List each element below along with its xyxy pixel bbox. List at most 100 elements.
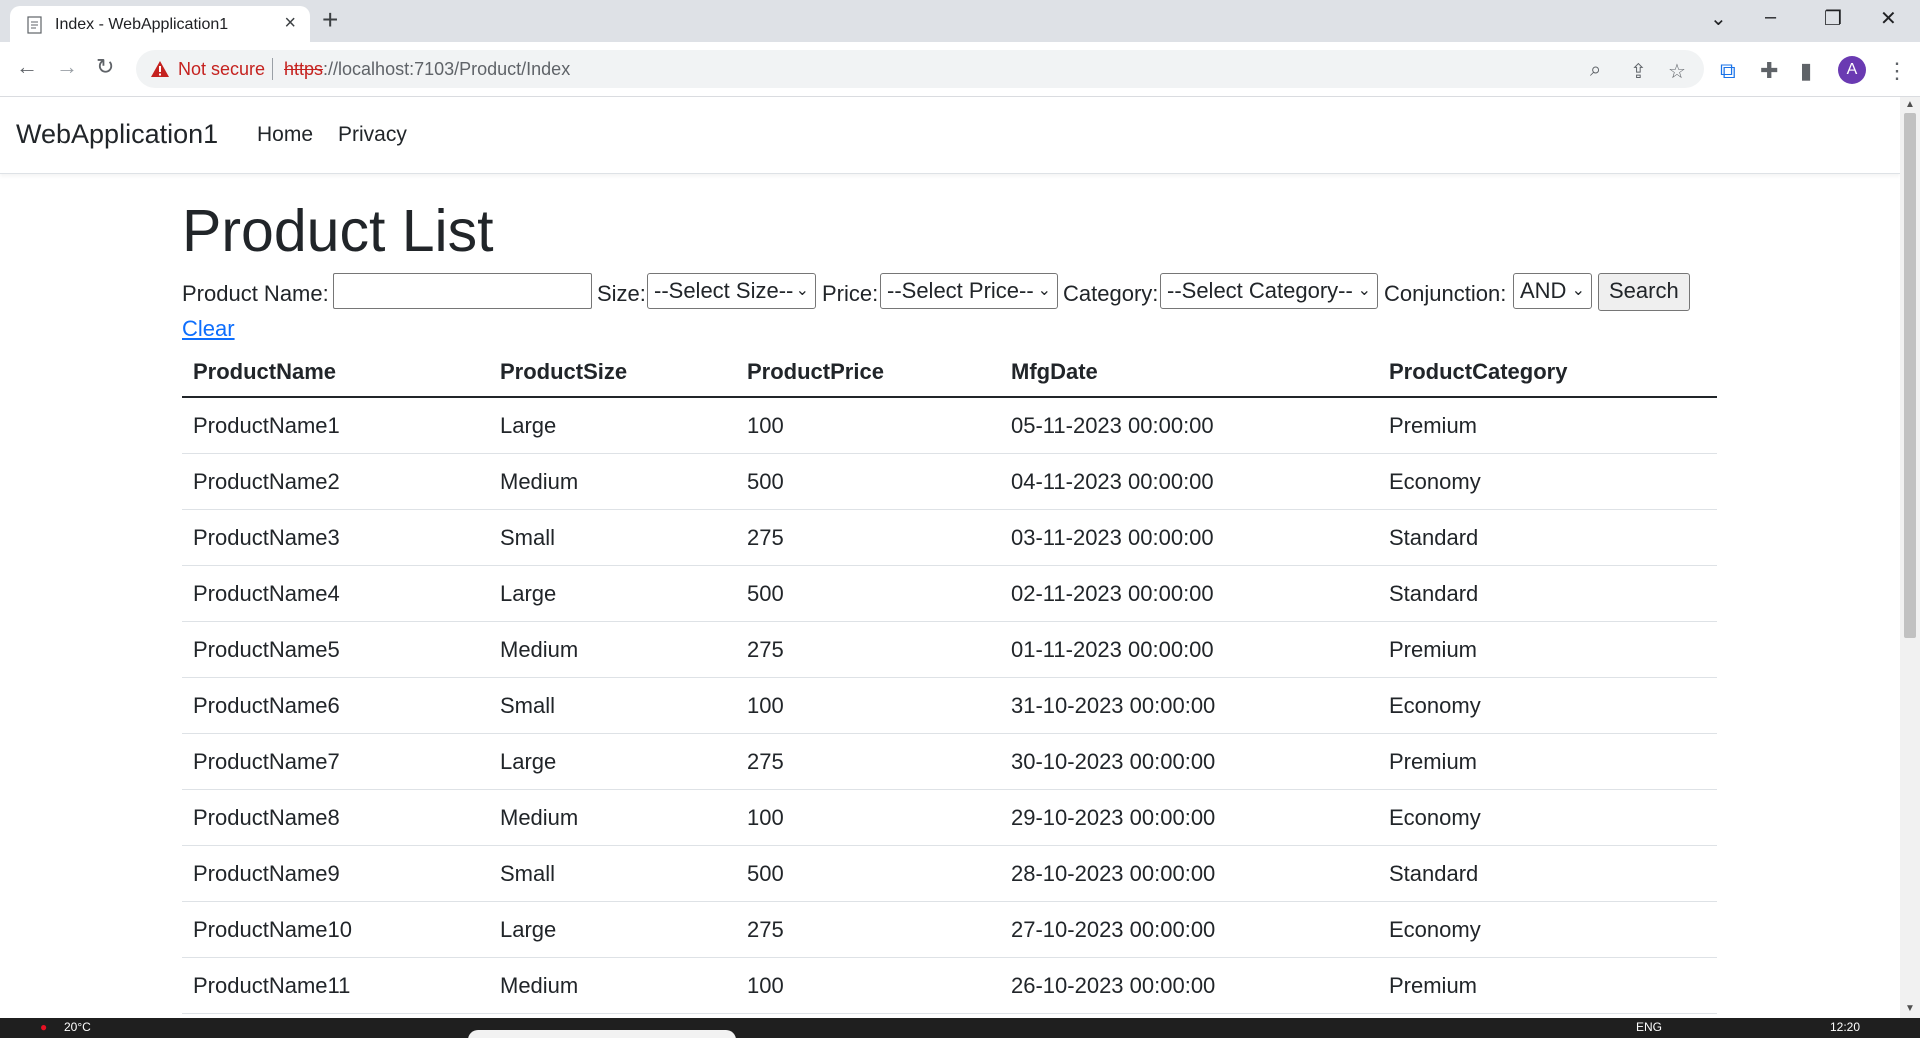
cell-productname: ProductName11 (182, 957, 489, 1014)
share-icon[interactable]: ⇪ (1630, 59, 1647, 84)
url-rest: ://localhost:7103/Product/Index (323, 59, 571, 79)
browser-tab-strip: Index - WebApplication1 × + ⌄ – ❐ ✕ (0, 0, 1920, 42)
extensions-puzzle-icon[interactable]: ✚ (1760, 58, 1778, 84)
menu-kebab-icon[interactable]: ⋮ (1886, 58, 1908, 84)
zoom-icon[interactable]: ⌕ (1590, 59, 1601, 82)
close-window-icon[interactable]: ✕ (1880, 6, 1897, 31)
restore-icon[interactable]: ❐ (1824, 6, 1842, 31)
translate-extension-icon[interactable]: ⧉ (1720, 58, 1736, 84)
cell-productsize: Small (489, 509, 736, 566)
new-tab-icon[interactable]: + (322, 6, 338, 34)
taskbar-clock[interactable]: 12:20 (1830, 1020, 1860, 1034)
cell-productname: ProductName10 (182, 901, 489, 958)
column-header-mfgdate: MfgDate (1000, 348, 1378, 398)
input-language[interactable]: ENG (1636, 1020, 1662, 1034)
nav-home-link[interactable]: Home (257, 123, 313, 147)
conjunction-select[interactable]: AND ⌄ (1513, 273, 1592, 309)
table-header-row: ProductName ProductSize ProductPrice Mfg… (182, 348, 1717, 398)
cell-mfgdate: 01-11-2023 00:00:00 (1000, 621, 1378, 678)
cell-mfgdate: 05-11-2023 00:00:00 (1000, 397, 1378, 454)
cell-productcategory: Standard (1378, 509, 1717, 566)
cell-mfgdate: 27-10-2023 00:00:00 (1000, 901, 1378, 958)
table-row: ProductName4 Large 500 02-11-2023 00:00:00 S… (182, 565, 1717, 622)
table-row: ProductName2 Medium 500 04-11-2023 00:00:00… (182, 453, 1717, 510)
scrollbar-thumb[interactable] (1904, 113, 1916, 638)
cell-mfgdate: 03-11-2023 00:00:00 (1000, 509, 1378, 566)
table-row: ProductName1 Large 100 05-11-2023 00:00:00 P… (182, 397, 1717, 454)
cell-productprice: 275 (736, 733, 1000, 790)
product-name-input[interactable] (333, 273, 592, 309)
omnibox-divider (272, 58, 273, 80)
cell-productprice: 500 (736, 565, 1000, 622)
tab-search-chevron-icon[interactable]: ⌄ (1710, 6, 1727, 31)
search-button[interactable]: Search (1598, 273, 1690, 311)
price-select[interactable]: --Select Price-- ⌄ (880, 273, 1058, 309)
cell-productsize: Large (489, 733, 736, 790)
site-brand[interactable]: WebApplication1 (16, 119, 218, 150)
conjunction-select-value: AND (1520, 278, 1567, 303)
page-scrollbar[interactable]: ▲ ▼ (1900, 97, 1920, 1018)
cell-productcategory: Economy (1378, 901, 1717, 958)
weather-alert-icon: ● (40, 1020, 48, 1034)
cell-productprice: 500 (736, 845, 1000, 902)
category-select[interactable]: --Select Category-- ⌄ (1160, 273, 1378, 309)
tab-close-icon[interactable]: × (284, 12, 296, 35)
minimize-icon[interactable]: – (1765, 6, 1776, 29)
product-name-label: Product Name: (182, 281, 329, 306)
weather-temp[interactable]: 20°C (64, 1020, 91, 1034)
table-row: ProductName11 Medium 100 26-10-2023 00:00:0… (182, 957, 1717, 1014)
bookmark-star-icon[interactable]: ☆ (1668, 59, 1686, 84)
size-select-value: --Select Size-- (654, 278, 794, 303)
product-table: ProductName ProductSize ProductPrice Mfg… (182, 348, 1717, 1014)
cell-productprice: 275 (736, 621, 1000, 678)
column-header-productprice: ProductPrice (736, 348, 1000, 398)
size-select[interactable]: --Select Size-- ⌄ (647, 273, 816, 309)
cell-mfgdate: 28-10-2023 00:00:00 (1000, 845, 1378, 902)
cell-productsize: Large (489, 397, 736, 454)
cell-productname: ProductName5 (182, 621, 489, 678)
cell-productcategory: Premium (1378, 957, 1717, 1014)
address-bar[interactable]: Not secure https://localhost:7103/Produc… (136, 50, 1704, 88)
cell-mfgdate: 26-10-2023 00:00:00 (1000, 957, 1378, 1014)
chevron-down-icon: ⌄ (1037, 282, 1051, 299)
category-label: Category: (1063, 281, 1159, 306)
reload-icon[interactable]: ↻ (96, 54, 114, 80)
table-row: ProductName7 Large 275 30-10-2023 00:00:00 P… (182, 733, 1717, 790)
scroll-up-arrow-icon[interactable]: ▲ (1905, 99, 1915, 110)
forward-icon[interactable]: → (56, 54, 78, 80)
back-icon[interactable]: ← (16, 54, 38, 80)
scroll-down-arrow-icon[interactable]: ▼ (1905, 1003, 1915, 1014)
cell-productcategory: Economy (1378, 453, 1717, 510)
tab-title: Index - WebApplication1 (55, 16, 229, 33)
profile-avatar[interactable]: A (1838, 56, 1866, 84)
site-navbar: WebApplication1 Home Privacy (0, 97, 1900, 174)
security-status[interactable]: Not secure (178, 59, 265, 80)
os-taskbar: ● 20°C ENG 12:20 (0, 1018, 1920, 1038)
cell-productname: ProductName4 (182, 565, 489, 622)
cell-productsize: Medium (489, 789, 736, 846)
cell-mfgdate: 31-10-2023 00:00:00 (1000, 677, 1378, 734)
page-viewport: WebApplication1 Home Privacy Product Lis… (0, 97, 1900, 1018)
cell-mfgdate: 29-10-2023 00:00:00 (1000, 789, 1378, 846)
chevron-down-icon: ⌄ (795, 282, 809, 299)
conjunction-label: Conjunction: (1384, 281, 1507, 306)
clear-link[interactable]: Clear (182, 316, 235, 342)
table-row: ProductName9 Small 500 28-10-2023 00:00:00 S… (182, 845, 1717, 902)
browser-tab[interactable]: Index - WebApplication1 × (10, 6, 310, 42)
browser-toolbar: ← → ↻ Not secure https://localhost:7103/… (0, 42, 1920, 97)
chevron-down-icon: ⌄ (1357, 282, 1371, 299)
url-text[interactable]: https://localhost:7103/Product/Index (284, 59, 570, 80)
column-header-productname: ProductName (182, 348, 489, 398)
side-panel-icon[interactable]: ▮ (1800, 58, 1812, 84)
cell-productprice: 500 (736, 453, 1000, 510)
column-header-productsize: ProductSize (489, 348, 736, 398)
taskbar-search-box[interactable] (468, 1030, 736, 1038)
column-header-productcategory: ProductCategory (1378, 348, 1717, 398)
page-favicon-icon (27, 16, 42, 34)
page-title: Product List (182, 198, 494, 264)
url-scheme: https (284, 59, 324, 79)
nav-privacy-link[interactable]: Privacy (338, 123, 407, 147)
cell-productcategory: Standard (1378, 845, 1717, 902)
cell-productname: ProductName1 (182, 397, 489, 454)
cell-productsize: Medium (489, 621, 736, 678)
